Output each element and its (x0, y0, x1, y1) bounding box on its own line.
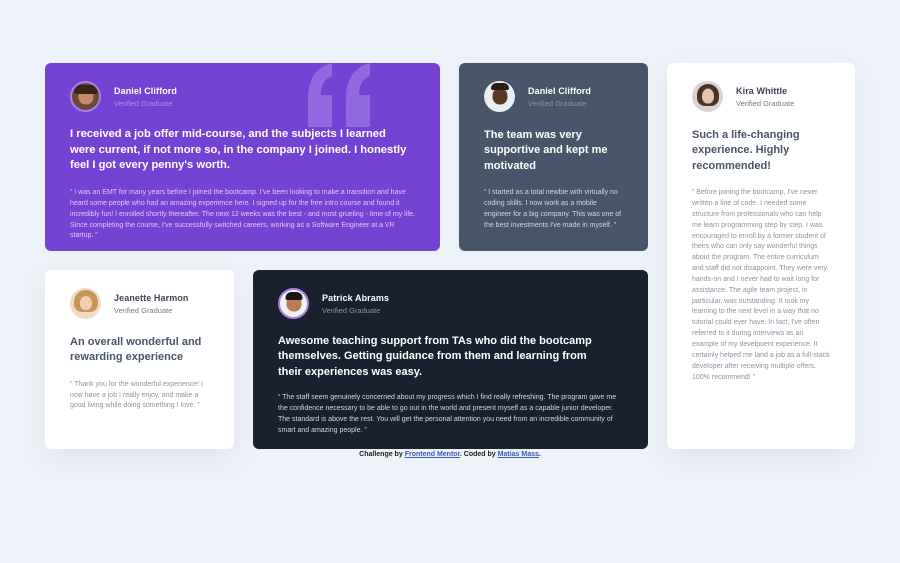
author-status: Verified Graduate (322, 305, 381, 315)
testimonial-quote: “ Thank you for the wonderful experience… (70, 380, 203, 410)
author-status: Verified Graduate (114, 305, 173, 315)
testimonial-card-jeanette: Jeanette Harmon Verified Graduate An ove… (45, 270, 234, 449)
attribution-suffix: . (538, 451, 541, 458)
avatar (692, 81, 723, 112)
testimonial-headline: I received a job offer mid-course, and t… (70, 128, 407, 172)
testimonial-quote: “ The staff seem genuinely concerned abo… (278, 394, 617, 434)
author-status: Verified Graduate (528, 98, 587, 108)
testimonial-quote: “ I started as a total newbie with virtu… (484, 189, 622, 229)
author-name: Patrick Abrams (322, 292, 390, 303)
author-status: Verified Graduate (114, 98, 173, 108)
avatar (70, 288, 101, 319)
testimonial-quote: “ Before joining the bootcamp, I've neve… (692, 189, 830, 381)
avatar (484, 81, 515, 112)
testimonial-card-daniel-purple: Daniel Clifford Verified Graduate I rece… (45, 63, 440, 251)
testimonial-quote: “ I was an EMT for many years before I j… (70, 189, 415, 240)
author-name: Daniel Clifford (528, 85, 592, 96)
testimonial-card-patrick: Patrick Abrams Verified Graduate Awesome… (253, 270, 648, 449)
author-status: Verified Graduate (736, 98, 795, 108)
testimonial-card-daniel-slate: Daniel Clifford Verified Graduate The te… (459, 63, 648, 251)
author-name: Daniel Clifford (114, 85, 178, 96)
attribution: Challenge by Frontend Mentor. Coded by M… (0, 451, 900, 458)
author-name: Kira Whittle (736, 85, 788, 96)
testimonial-headline: The team was very supportive and kept me… (484, 129, 608, 172)
frontend-mentor-link[interactable]: Frontend Mentor (405, 451, 460, 458)
testimonial-headline: An overall wonderful and rewarding exper… (70, 336, 202, 364)
avatar (70, 81, 101, 112)
testimonial-headline: Awesome teaching support from TAs who di… (278, 335, 592, 378)
attribution-prefix: Challenge by (359, 451, 403, 458)
avatar (278, 288, 309, 319)
testimonial-card-kira: Kira Whittle Verified Graduate Such a li… (667, 63, 855, 449)
author-name: Jeanette Harmon (114, 292, 189, 303)
author-link[interactable]: Matias Mass (498, 451, 539, 458)
testimonial-headline: Such a life-changing experience. Highly … (692, 129, 800, 172)
attribution-middle: . Coded by (459, 451, 496, 458)
